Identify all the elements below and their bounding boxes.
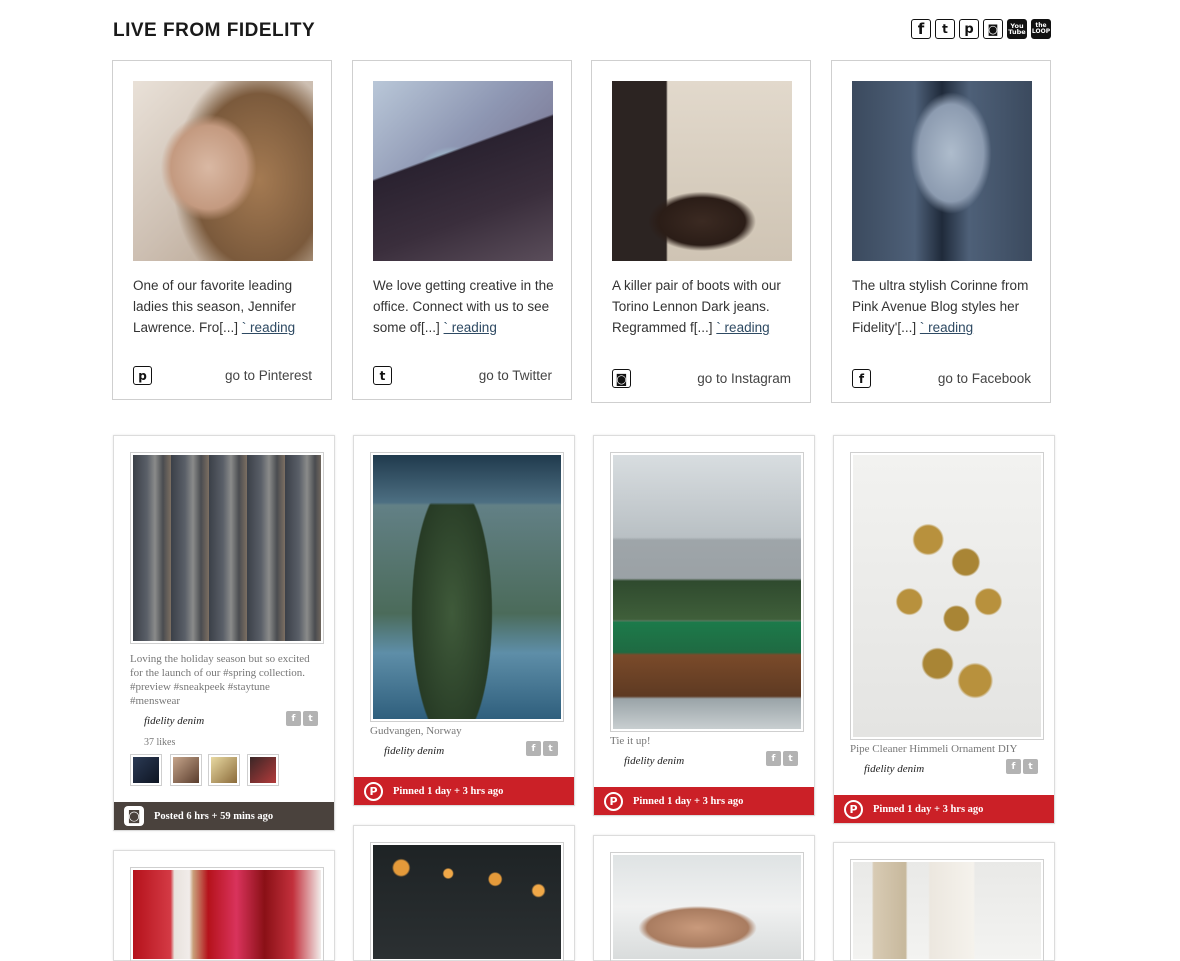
pin-image-jeans-on-rack <box>133 455 321 641</box>
facebook-icon[interactable]: f <box>852 369 871 388</box>
pin-card-partial <box>353 825 575 961</box>
pin-author[interactable]: fidelity denim <box>864 763 924 775</box>
read-more-link[interactable]: ` reading <box>920 320 973 335</box>
facebook-share-icon[interactable]: f <box>286 711 301 726</box>
youtube-icon[interactable]: You Tube <box>1007 19 1027 39</box>
pin-caption: Tie it up! <box>610 735 651 747</box>
pin-image-frame[interactable] <box>850 452 1044 740</box>
pinterest-logo-icon: P <box>364 781 383 801</box>
pin-status-bar: P Pinned 1 day + 3 hrs ago <box>354 777 574 805</box>
go-to-instagram-link[interactable]: go to Instagram <box>697 371 791 386</box>
instagram-camera-icon: ◙ <box>124 806 144 826</box>
feed-photo-jennifer-lawrence[interactable] <box>133 81 313 261</box>
pinterest-logo-icon: P <box>844 799 863 819</box>
facebook-share-icon[interactable]: f <box>766 751 781 766</box>
liker-avatar[interactable] <box>247 754 279 786</box>
share-icons: f t <box>526 741 558 756</box>
read-more-link[interactable]: ` reading <box>242 320 295 335</box>
instagram-icon[interactable]: ◙ <box>983 19 1003 39</box>
twitter-icon[interactable]: t <box>935 19 955 39</box>
feed-card-text: A killer pair of boots with our Torino L… <box>612 275 794 338</box>
page-title: LIVE FROM FIDELITY <box>113 20 316 41</box>
go-to-pinterest-link[interactable]: go to Pinterest <box>225 368 312 383</box>
social-links: f t p ◙ You Tube the LOOP <box>911 19 1051 39</box>
pin-card-pinterest: Pipe Cleaner Himmeli Ornament DIY fideli… <box>833 435 1055 824</box>
pin-image-string-lights <box>373 845 561 959</box>
pin-image-frame[interactable] <box>370 842 564 961</box>
twitter-share-icon[interactable]: t <box>783 751 798 766</box>
feed-card-facebook: The ultra stylish Corinne from Pink Aven… <box>831 60 1051 403</box>
pin-image-himmeli-ornaments <box>853 455 1041 737</box>
go-to-twitter-link[interactable]: go to Twitter <box>479 368 552 383</box>
twitter-icon[interactable]: t <box>373 366 392 385</box>
instagram-icon[interactable]: ◙ <box>612 369 631 388</box>
pin-status-bar: P Pinned 1 day + 3 hrs ago <box>834 795 1054 823</box>
pinterest-logo-icon: P <box>604 791 623 811</box>
pin-author[interactable]: fidelity denim <box>384 745 444 757</box>
pin-caption: Loving the holiday season but so excited… <box>130 653 310 707</box>
pin-card-partial <box>593 835 815 961</box>
feed-photo-camera[interactable] <box>373 81 553 261</box>
pin-image-gudvangen-norway <box>373 455 561 719</box>
pin-status-text: Pinned 1 day + 3 hrs ago <box>633 795 744 807</box>
share-icons: f t <box>1006 759 1038 774</box>
facebook-share-icon[interactable]: f <box>526 741 541 756</box>
pinterest-icon[interactable]: p <box>959 19 979 39</box>
pin-card-pinterest: Gudvangen, Norway fidelity denim f t P P… <box>353 435 575 806</box>
pin-image-frame[interactable] <box>370 452 564 722</box>
pin-card-pinterest: Tie it up! fidelity denim f t P Pinned 1… <box>593 435 815 816</box>
read-more-link[interactable]: ` reading <box>716 320 769 335</box>
pin-status-text: Pinned 1 day + 3 hrs ago <box>393 785 504 797</box>
twitter-share-icon[interactable]: t <box>1023 759 1038 774</box>
youtube-logo-text-bottom: Tube <box>1008 28 1026 36</box>
likes-count: 37 likes <box>144 737 176 748</box>
pin-image-frame[interactable] <box>610 452 804 732</box>
pin-image-tie-it-up <box>613 455 801 729</box>
share-icons: f t <box>286 711 318 726</box>
feed-card-text: The ultra stylish Corinne from Pink Aven… <box>852 275 1034 338</box>
pin-caption: Gudvangen, Norway <box>370 725 462 737</box>
feed-card-twitter: We love getting creative in the office. … <box>352 60 572 400</box>
pin-image-frame[interactable] <box>130 867 324 961</box>
facebook-icon[interactable]: f <box>911 19 931 39</box>
liker-avatar[interactable] <box>130 754 162 786</box>
liker-avatar[interactable] <box>208 754 240 786</box>
pin-status-bar: ◙ Posted 6 hrs + 59 mins ago <box>114 802 334 830</box>
share-icons: f t <box>766 751 798 766</box>
read-more-link[interactable]: ` reading <box>444 320 497 335</box>
pin-image-frame[interactable] <box>130 452 324 644</box>
pin-card-partial <box>113 850 335 961</box>
pin-author[interactable]: fidelity denim <box>624 755 684 767</box>
twitter-share-icon[interactable]: t <box>543 741 558 756</box>
pin-status-text: Pinned 1 day + 3 hrs ago <box>873 803 984 815</box>
feed-photo-boots[interactable] <box>612 81 792 261</box>
pin-image-women-in-bathtub <box>613 855 801 959</box>
twitter-share-icon[interactable]: t <box>303 711 318 726</box>
pin-status-bar: P Pinned 1 day + 3 hrs ago <box>594 787 814 815</box>
liker-avatar[interactable] <box>170 754 202 786</box>
pinterest-icon[interactable]: p <box>133 366 152 385</box>
pin-image-gift-bottles <box>133 870 321 959</box>
feed-card-text: One of our favorite leading ladies this … <box>133 275 315 338</box>
pin-caption: Pipe Cleaner Himmeli Ornament DIY <box>850 743 1018 755</box>
pin-card-instagram: Loving the holiday season but so excited… <box>113 435 335 831</box>
pin-image-frame[interactable] <box>610 852 804 961</box>
pin-image-frame[interactable] <box>850 859 1044 961</box>
feed-photo-corinne[interactable] <box>852 81 1032 261</box>
go-to-facebook-link[interactable]: go to Facebook <box>938 371 1031 386</box>
facebook-share-icon[interactable]: f <box>1006 759 1021 774</box>
feed-card-instagram: A killer pair of boots with our Torino L… <box>591 60 811 403</box>
feed-card-pinterest: One of our favorite leading ladies this … <box>112 60 332 400</box>
feed-card-text: We love getting creative in the office. … <box>373 275 555 338</box>
pin-card-partial <box>833 842 1055 961</box>
pin-author[interactable]: fidelity denim <box>144 715 204 727</box>
pin-image-wall-posters <box>853 862 1041 959</box>
pin-status-text: Posted 6 hrs + 59 mins ago <box>154 810 274 822</box>
loop-logo-text-bottom: LOOP <box>1031 28 1051 35</box>
the-loop-icon[interactable]: the LOOP <box>1031 19 1051 39</box>
